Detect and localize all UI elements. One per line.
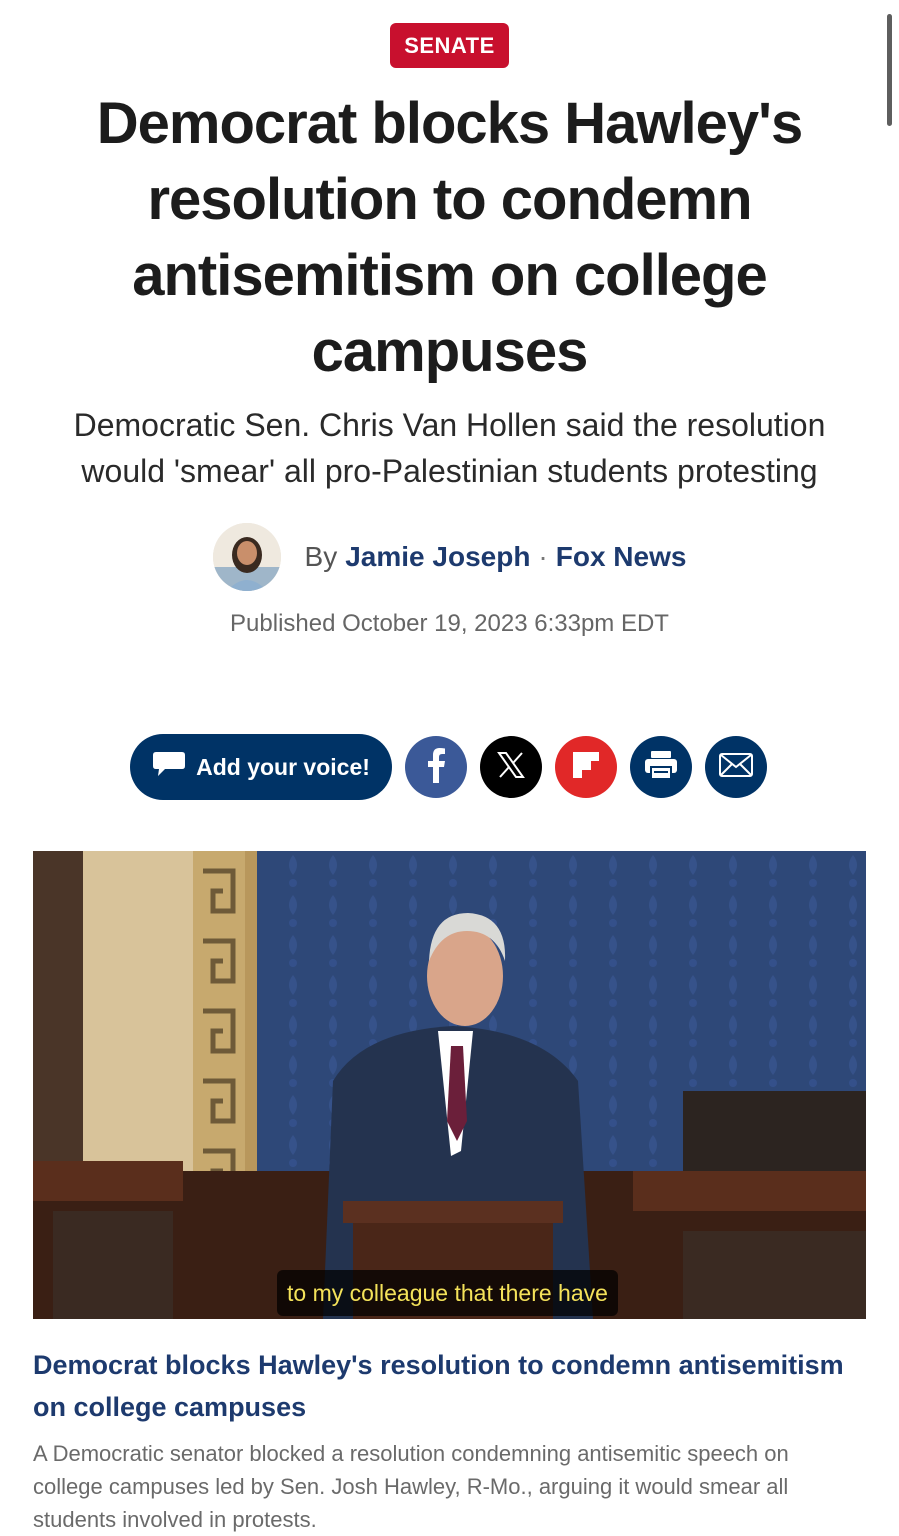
video-frame [33, 851, 866, 1319]
flipboard-icon [571, 750, 601, 785]
video-description: A Democratic senator blocked a resolutio… [33, 1441, 789, 1532]
byline-by: By [304, 541, 338, 572]
add-your-voice-button[interactable]: Add your voice! [130, 734, 392, 800]
print-button[interactable] [630, 736, 692, 798]
email-share-button[interactable] [705, 736, 767, 798]
video-player[interactable] [33, 851, 866, 1319]
facebook-share-button[interactable] [405, 736, 467, 798]
author-link[interactable]: Jamie Joseph [345, 541, 530, 573]
speech-bubble-icon [152, 750, 186, 784]
add-your-voice-label: Add your voice! [196, 753, 370, 780]
byline: By Jamie Joseph · Fox News [0, 523, 899, 591]
video-title[interactable]: Democrat blocks Hawley's resolution to c… [33, 1344, 867, 1428]
flipboard-share-button[interactable] [555, 736, 617, 798]
video-caption: to my colleague that there have [277, 1270, 618, 1316]
article-headline: Democrat blocks Hawley's resolution to c… [96, 91, 803, 384]
category-badge-wrap: SENATE [0, 23, 899, 68]
category-badge[interactable]: SENATE [390, 23, 509, 68]
byline-text: By Jamie Joseph · Fox News [305, 541, 687, 573]
print-icon [643, 749, 679, 786]
x-icon [497, 751, 525, 784]
byline-separator: · [538, 541, 548, 572]
share-bar: Add your voice! [130, 734, 767, 800]
x-share-button[interactable] [480, 736, 542, 798]
published-date: Published October 19, 2023 6:33pm EDT [230, 610, 669, 637]
facebook-icon [425, 747, 447, 788]
article-subheadline: Democratic Sen. Chris Van Hollen said th… [73, 407, 826, 489]
source-link[interactable]: Fox News [556, 541, 687, 573]
email-icon [719, 752, 753, 782]
author-avatar[interactable] [212, 523, 281, 591]
